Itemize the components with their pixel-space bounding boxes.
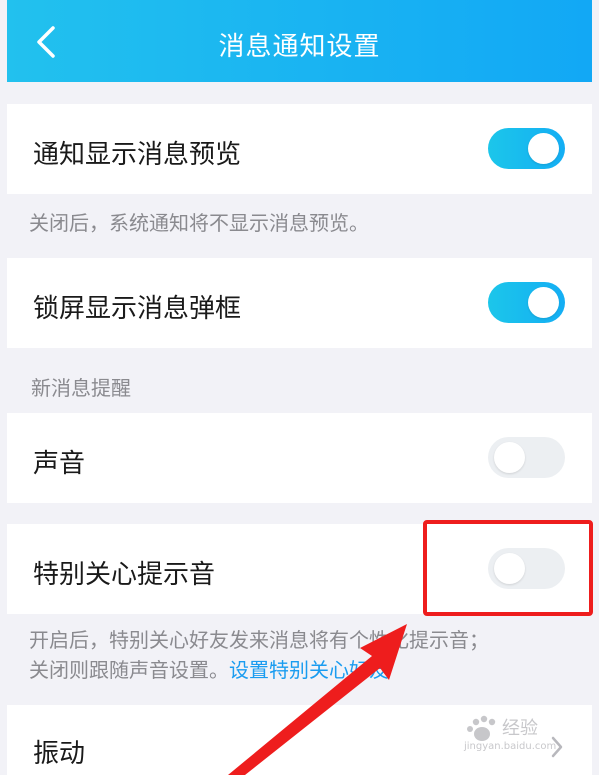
set-special-care-friends-link[interactable]: 设置特别关心好友 [229, 658, 389, 682]
row-lockscreen-popup: 锁屏显示消息弹框 [7, 258, 592, 348]
sound-toggle[interactable] [488, 437, 565, 478]
toggle-knob [528, 287, 559, 318]
notification-preview-toggle[interactable] [488, 128, 565, 169]
special-care-hint: 开启后，特别关心好友发来消息将有个性化提示音； 关闭则跟随声音设置。设置特别关心… [29, 625, 489, 685]
row-label: 振动 [33, 739, 86, 769]
section-title-new-message: 新消息提醒 [31, 376, 131, 400]
title-bar: 消息通知设置 [7, 0, 592, 82]
watermark-domain: jingyan.baidu.com [463, 741, 556, 752]
toggle-knob [494, 442, 525, 473]
row-label: 通知显示消息预览 [33, 140, 242, 170]
watermark-text: 经验 [502, 718, 538, 739]
special-hint-text: 关闭则跟随声音设置。 [29, 658, 229, 682]
row-label: 声音 [33, 449, 86, 479]
page-title: 消息通知设置 [218, 32, 381, 62]
preview-hint-text: 关闭后，系统通知将不显示消息预览。 [29, 211, 369, 235]
settings-screen: 消息通知设置 通知显示消息预览 关闭后，系统通知将不显示消息预览。 锁屏显示消息… [7, 0, 592, 775]
annotation-highlight-box [423, 520, 593, 616]
row-sound: 声音 [7, 413, 592, 503]
row-notification-preview: 通知显示消息预览 [7, 104, 592, 194]
toggle-knob [528, 133, 559, 164]
baidu-paw-watermark-icon: 经验 jingyan.baidu.com [463, 715, 556, 752]
row-label: 锁屏显示消息弹框 [33, 294, 242, 324]
lockscreen-popup-toggle[interactable] [488, 282, 565, 323]
row-label: 特别关心提示音 [33, 560, 216, 590]
special-hint-line2: 关闭则跟随声音设置。设置特别关心好友 [29, 655, 489, 685]
special-hint-line1: 开启后，特别关心好友发来消息将有个性化提示音； [29, 628, 489, 652]
